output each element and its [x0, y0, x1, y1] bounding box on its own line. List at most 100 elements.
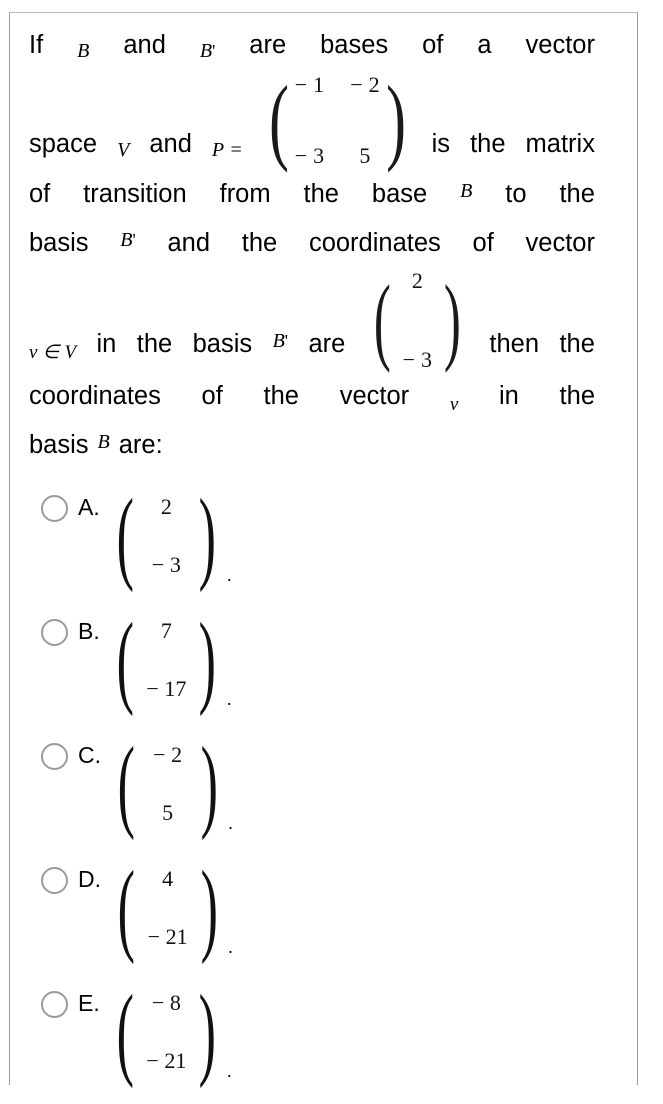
symbol-B-prime-4: B' — [120, 229, 136, 251]
symbol-v-6: v — [449, 394, 459, 415]
word-the-5: the — [136, 329, 173, 358]
symbol-B: B — [77, 40, 90, 62]
option-letter-b: B. — [78, 618, 100, 644]
column-vector: ( 2 − 3 ) . — [108, 477, 232, 593]
vector-cell-1: − 3 — [151, 552, 181, 577]
word-of: of — [422, 31, 444, 59]
option-trailing-period: . — [227, 689, 232, 709]
word-of-4: of — [472, 229, 494, 257]
column-vector: ( 4 − 21 ) . — [109, 854, 233, 962]
word-space: space — [29, 130, 98, 159]
radio-button-e[interactable] — [41, 991, 68, 1018]
vector-cell-0: − 2 — [153, 742, 183, 767]
column-vector: ( − 8 − 21 ) . — [108, 973, 231, 1089]
vector-cell-1: − 3 — [402, 347, 433, 372]
word-and-2: and — [149, 130, 192, 159]
radio-button-a[interactable] — [41, 495, 68, 522]
radio-button-d[interactable] — [41, 867, 68, 894]
vector-cells: − 2 5 — [141, 742, 195, 826]
paren-open-icon: ( — [116, 601, 134, 717]
paren-close-icon: ) — [199, 601, 217, 717]
question-line-4: basis B' and the coordinates of vector — [29, 219, 595, 268]
word-are-5: are — [308, 329, 346, 358]
matrix-cell-r0c1: − 2 — [350, 72, 380, 97]
option-vector-c: ( − 2 5 ) . — [109, 730, 233, 838]
paren-open-icon: ( — [373, 265, 391, 374]
word-is: is — [431, 130, 451, 159]
paren-open-icon: ( — [268, 66, 289, 174]
option-letter-d: D. — [78, 866, 101, 892]
word-vector: vector — [525, 31, 595, 59]
paren-close-icon: ) — [200, 849, 218, 965]
word-in-5: in — [96, 329, 117, 358]
symbol-V: V — [117, 139, 130, 162]
answer-options-list: A. ( 2 − 3 ) . B. (7 − 17) . C. (− 2 … — [29, 477, 595, 1104]
option-row-e[interactable]: E. ( − 8 − 21 ) . — [29, 973, 595, 1104]
question-line-5: v ∈ V in the basis B' are ( 2 − 3 ) then — [29, 268, 595, 372]
vector-cells: 7 − 17 — [139, 618, 193, 702]
vector-cell-1: − 21 — [146, 1048, 187, 1073]
word-a: a — [477, 31, 492, 59]
matrix-cell-r0c0: − 1 — [294, 72, 325, 97]
radio-button-b[interactable] — [41, 619, 68, 646]
column-vector: ( 7 − 17 ) . — [108, 601, 232, 717]
paren-open-icon: ( — [117, 725, 135, 841]
vector-cell-1: 5 — [162, 800, 174, 825]
given-coordinate-vector: ( 2 − 3 ) — [366, 268, 469, 372]
word-from: from — [219, 180, 271, 208]
question-line-6: coordinates of the vector v in the — [29, 372, 595, 421]
radio-button-c[interactable] — [41, 743, 68, 770]
symbol-B-prime-5: B' — [272, 329, 289, 352]
paren-close-icon: ) — [385, 66, 406, 174]
symbol-B-7: B — [97, 431, 110, 453]
word-of-3: of — [29, 180, 51, 208]
paren-open-icon: ( — [116, 477, 134, 593]
option-row-c[interactable]: C. ( − 2 5 ) . — [29, 730, 595, 856]
paren-open-icon: ( — [117, 849, 135, 965]
question-line-2: space V and P = ( − 1 − 2 − 3 5 ) is the… — [29, 70, 595, 170]
word-then: then — [489, 329, 540, 358]
vector-cell-0: 2 — [160, 494, 172, 519]
word-coordinates-6: coordinates — [29, 382, 161, 410]
vector-cell-0: 4 — [162, 866, 174, 891]
word-in-6: in — [498, 382, 519, 410]
word-the-4: the — [241, 229, 278, 257]
matrix-cell-r1c0: − 3 — [294, 143, 325, 168]
matrix-cell-r1c1: 5 — [359, 143, 371, 168]
word-if: If — [29, 31, 44, 59]
word-are: are — [249, 31, 287, 59]
option-letter-a: A. — [78, 494, 100, 520]
word-the-3b: the — [559, 180, 595, 208]
word-basis-7: basis — [29, 431, 89, 459]
paren-close-icon: ) — [444, 265, 462, 374]
vector-cell-1: − 17 — [146, 676, 187, 701]
option-trailing-period: . — [228, 813, 233, 833]
option-vector-d: ( 4 − 21 ) . — [109, 854, 233, 962]
option-row-d[interactable]: D. ( 4 − 21 ) . — [29, 854, 595, 980]
vector-cell-0: − 8 — [151, 990, 181, 1015]
option-vector-a: ( 2 − 3 ) . — [108, 477, 232, 593]
question-page: If B and B' are bases of a vector space … — [0, 0, 663, 1085]
option-row-a[interactable]: A. ( 2 − 3 ) . — [29, 477, 595, 608]
word-are-colon: are: — [118, 431, 163, 459]
paren-close-icon: ) — [199, 973, 217, 1089]
word-matrix: matrix — [525, 130, 595, 159]
symbol-B-prime: B' — [199, 40, 216, 62]
word-basis-5: basis — [192, 329, 253, 358]
symbol-v-in-V: v ∈ V — [29, 341, 77, 363]
word-transition: transition — [83, 180, 187, 208]
word-to: to — [505, 180, 527, 208]
vector-cell-0: 2 — [411, 268, 423, 293]
vector-cells: 2 − 3 — [139, 494, 193, 578]
vector-cell-1: − 21 — [147, 924, 188, 949]
option-letter-c: C. — [78, 742, 101, 768]
question-line-7: basis B are: — [29, 421, 595, 470]
word-the-2: the — [470, 130, 506, 159]
question-card: If B and B' are bases of a vector space … — [9, 12, 638, 1085]
vector-cell-0: 7 — [160, 618, 172, 643]
option-vector-e: ( − 8 − 21 ) . — [108, 973, 231, 1089]
option-trailing-period: . — [227, 565, 232, 585]
option-row-b[interactable]: B. ( 7 − 17 ) . — [29, 601, 595, 732]
option-letter-e: E. — [78, 990, 100, 1016]
option-trailing-period: . — [228, 937, 233, 957]
